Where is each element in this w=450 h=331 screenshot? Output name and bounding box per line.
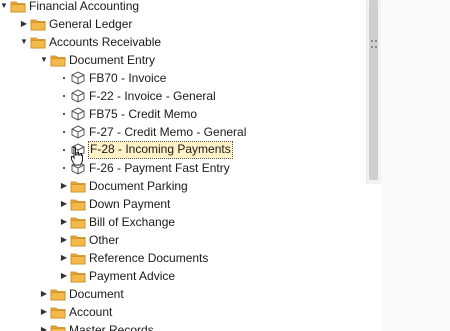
- transaction-cube-icon: [70, 124, 86, 140]
- bullet-icon: [63, 77, 65, 79]
- tree-node-payment-advice[interactable]: ▶ Payment Advice: [0, 267, 365, 285]
- collapsed-arrow-icon[interactable]: ▶: [59, 253, 69, 263]
- expanded-arrow-icon[interactable]: ▼: [0, 1, 9, 11]
- folder-icon: [50, 52, 66, 68]
- folder-icon: [70, 250, 86, 266]
- folder-icon: [70, 232, 86, 248]
- bullet-icon: [63, 113, 65, 115]
- bullet-icon: [63, 95, 65, 97]
- tree-node-f-28-incoming-payments[interactable]: F-28 - Incoming Payments: [0, 141, 365, 159]
- collapsed-arrow-icon[interactable]: ▶: [59, 199, 69, 209]
- collapsed-arrow-icon[interactable]: ▶: [19, 19, 29, 29]
- folder-icon: [50, 304, 66, 320]
- mouse-pointer-icon: [71, 146, 83, 166]
- tree-node-label: Document Parking: [89, 179, 188, 193]
- splitter-grip-icon[interactable]: [371, 40, 377, 48]
- tree-node-document[interactable]: ▶ Document: [0, 285, 365, 303]
- tree-node-f-22-invoice-general[interactable]: F-22 - Invoice - General: [0, 87, 365, 105]
- tree-node-label: Reference Documents: [89, 251, 209, 265]
- tree-node-down-payment[interactable]: ▶ Down Payment: [0, 195, 365, 213]
- tree-node-document-parking[interactable]: ▶ Document Parking: [0, 177, 365, 195]
- tree-node-label: FB75 - Credit Memo: [89, 107, 198, 121]
- expanded-arrow-icon[interactable]: ▼: [19, 37, 29, 47]
- transaction-cube-icon: [70, 70, 86, 86]
- folder-icon: [70, 178, 86, 194]
- collapsed-arrow-icon[interactable]: ▶: [59, 217, 69, 227]
- folder-icon: [10, 0, 26, 14]
- tree-node-label: F-28 - Incoming Payments: [88, 141, 233, 159]
- tree-node-general-ledger[interactable]: ▶ General Ledger: [0, 15, 365, 33]
- bullet-icon: [63, 149, 65, 151]
- transaction-cube-icon: [70, 88, 86, 104]
- collapsed-arrow-icon[interactable]: ▶: [59, 181, 69, 191]
- tree-node-label: F-27 - Credit Memo - General: [89, 125, 247, 139]
- tree-node-f-26-payment-fast-entry[interactable]: F-26 - Payment Fast Entry: [0, 159, 365, 177]
- folder-icon: [70, 214, 86, 230]
- tree-node-label: Down Payment: [89, 197, 171, 211]
- tree-node-label: Account: [69, 305, 113, 319]
- tree-node-master-records[interactable]: ▶ Master Records: [0, 321, 365, 331]
- tree-node-reference-documents[interactable]: ▶ Reference Documents: [0, 249, 365, 267]
- collapsed-arrow-icon[interactable]: ▶: [39, 289, 49, 299]
- tree-node-fb70-invoice[interactable]: FB70 - Invoice: [0, 69, 365, 87]
- tree-node-label: Document: [69, 287, 124, 301]
- collapsed-arrow-icon[interactable]: ▶: [39, 307, 49, 317]
- collapsed-arrow-icon[interactable]: ▶: [59, 235, 69, 245]
- tree-node-label: Accounts Receivable: [49, 35, 162, 49]
- folder-icon: [30, 34, 46, 50]
- right-pane: [381, 0, 450, 331]
- folder-icon: [70, 268, 86, 284]
- expanded-arrow-icon[interactable]: ▼: [39, 55, 49, 65]
- tree-node-label: F-26 - Payment Fast Entry: [89, 161, 230, 175]
- tree-node-bill-of-exchange[interactable]: ▶ Bill of Exchange: [0, 213, 365, 231]
- tree-node-label: Other: [89, 233, 120, 247]
- tree-node-label: General Ledger: [49, 17, 133, 31]
- tree-node-account[interactable]: ▶ Account: [0, 303, 365, 321]
- tree-node-fb75-credit-memo[interactable]: FB75 - Credit Memo: [0, 105, 365, 123]
- folder-icon: [50, 286, 66, 302]
- tree-node-f-27-credit-memo-general[interactable]: F-27 - Credit Memo - General: [0, 123, 365, 141]
- tree-node-label: Payment Advice: [89, 269, 176, 283]
- tree-node-label: Document Entry: [69, 53, 156, 67]
- tree-node-label: FB70 - Invoice: [89, 71, 167, 85]
- tree-node-label: F-22 - Invoice - General: [89, 89, 216, 103]
- menu-tree: ▼ Financial Accounting ▶ General Ledger ▼ Acc…: [0, 0, 365, 331]
- bullet-icon: [63, 167, 65, 169]
- collapsed-arrow-icon[interactable]: ▶: [39, 325, 49, 331]
- tree-node-financial-accounting[interactable]: ▼ Financial Accounting: [0, 0, 365, 15]
- collapsed-arrow-icon[interactable]: ▶: [59, 271, 69, 281]
- tree-node-label: Master Records: [69, 323, 154, 331]
- transaction-cube-icon: [70, 106, 86, 122]
- tree-node-accounts-receivable[interactable]: ▼ Accounts Receivable: [0, 33, 365, 51]
- folder-icon: [30, 16, 46, 32]
- tree-node-document-entry[interactable]: ▼ Document Entry: [0, 51, 365, 69]
- tree-node-other[interactable]: ▶ Other: [0, 231, 365, 249]
- bullet-icon: [63, 131, 65, 133]
- folder-icon: [70, 196, 86, 212]
- tree-node-label: Bill of Exchange: [89, 215, 176, 229]
- scrollbar-thumb[interactable]: [369, 0, 378, 180]
- tree-node-label: Financial Accounting: [29, 0, 140, 13]
- folder-icon: [50, 322, 66, 331]
